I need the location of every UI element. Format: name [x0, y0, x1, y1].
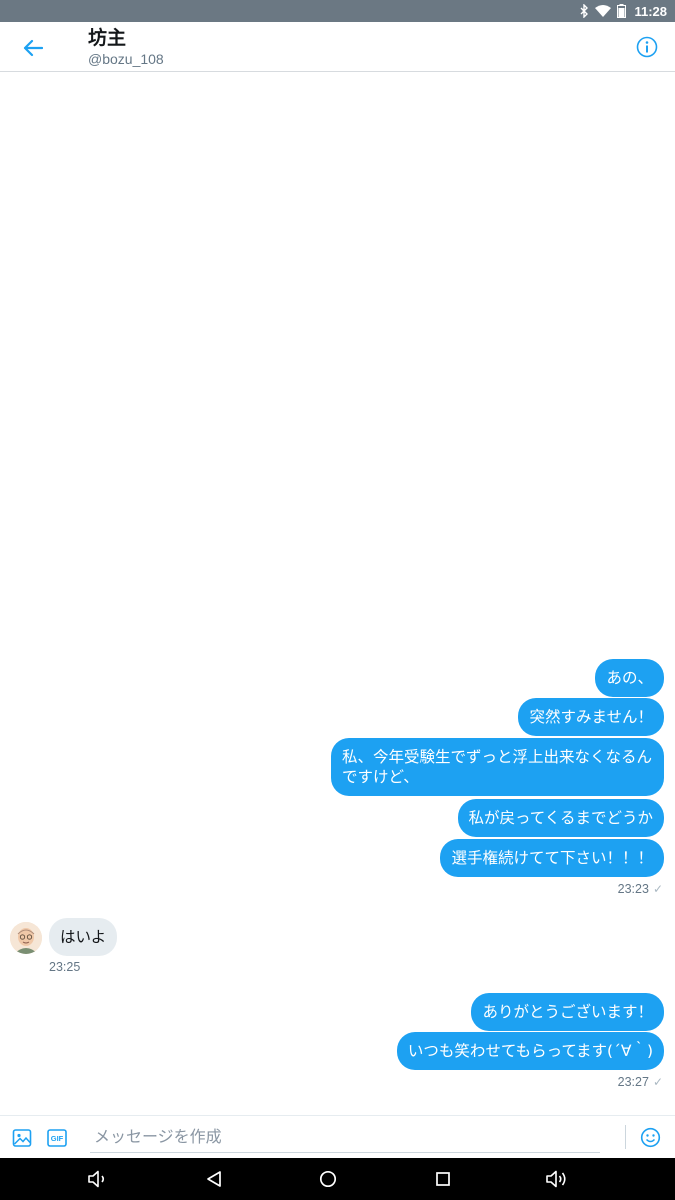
battery-icon — [617, 4, 627, 18]
back-triangle-icon — [207, 1171, 221, 1187]
nav-back-button[interactable] — [202, 1167, 226, 1191]
gif-button[interactable]: GIF — [47, 1129, 67, 1147]
bluetooth-icon — [580, 4, 589, 18]
read-check-icon: ✓ — [652, 1075, 663, 1089]
message-timestamp: 23:27 ✓ — [618, 1075, 663, 1089]
message-bubble[interactable]: 私、今年受験生でずっと浮上出来なくなるんですけど、 — [331, 738, 664, 796]
back-arrow-icon — [23, 39, 43, 57]
timestamp-text: 23:27 — [617, 1075, 649, 1089]
status-icons: 11:28 — [579, 0, 667, 22]
avatar[interactable] — [10, 922, 42, 954]
volume-down-button[interactable] — [86, 1167, 110, 1191]
nav-recents-button[interactable] — [431, 1167, 455, 1191]
read-check-icon: ✓ — [652, 882, 663, 896]
message-bubble[interactable]: いつも笑わせてもらってます(´∀｀) — [396, 1032, 664, 1070]
message-input[interactable] — [90, 1120, 600, 1153]
message-bubble[interactable]: 選手権続けてて下さい！！！ — [440, 839, 664, 877]
system-nav-bar — [0, 1158, 675, 1200]
message-composer: GIF — [0, 1115, 675, 1158]
nav-home-button[interactable] — [316, 1167, 340, 1191]
image-button[interactable] — [12, 1128, 32, 1148]
info-icon — [636, 36, 658, 58]
message-bubble[interactable]: 突然すみません！ — [518, 698, 664, 736]
volume-down-icon — [88, 1170, 105, 1188]
message-bubble[interactable]: あの、 — [595, 659, 664, 697]
conversation-handle: @bozu_108 — [88, 51, 164, 67]
message-bubble[interactable]: ありがとうございます！ — [471, 993, 664, 1031]
message-bubble[interactable]: 私が戻ってくるまでどうか — [457, 799, 664, 837]
message-timestamp: 23:25 — [49, 960, 81, 974]
emoji-icon — [640, 1127, 661, 1148]
conversation-title: 坊主 — [88, 27, 127, 49]
wifi-icon — [595, 5, 612, 17]
timestamp-text: 23:23 — [617, 882, 649, 896]
gif-label: GIF — [50, 1133, 64, 1143]
recents-square-icon — [436, 1172, 450, 1186]
message-timestamp: 23:23 ✓ — [618, 882, 663, 896]
back-button[interactable] — [20, 35, 46, 61]
status-bar: 11:28 — [0, 0, 675, 22]
composer-divider — [625, 1125, 626, 1149]
home-circle-icon — [319, 1170, 337, 1188]
conversation-header: 坊主 @bozu_108 — [0, 22, 675, 72]
avatar-image — [10, 922, 42, 954]
volume-up-button[interactable] — [544, 1167, 568, 1191]
image-icon — [12, 1129, 32, 1147]
message-bubble-incoming[interactable]: はいよ — [49, 918, 118, 956]
emoji-button[interactable] — [640, 1127, 661, 1148]
status-time: 11:28 — [634, 3, 667, 19]
volume-up-icon — [546, 1170, 566, 1188]
info-button[interactable] — [636, 36, 658, 58]
